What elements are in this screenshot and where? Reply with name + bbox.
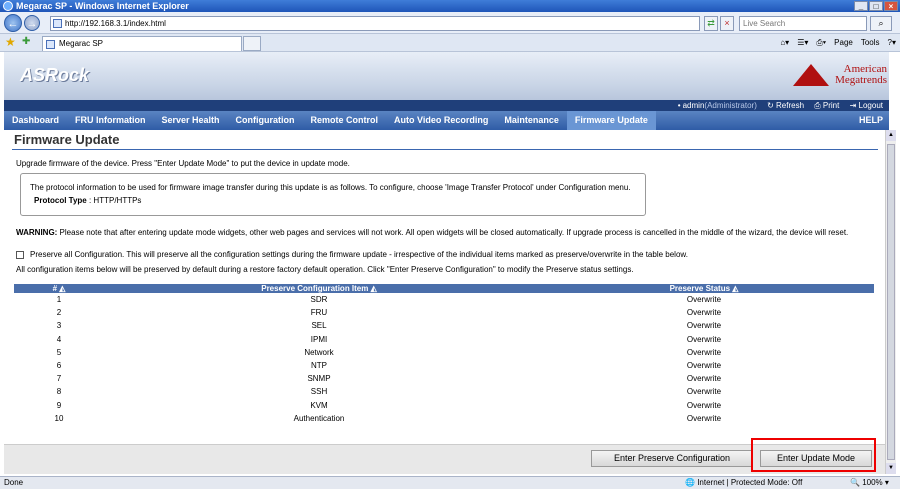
asrock-logo: ASRock <box>20 65 90 85</box>
forward-icon[interactable]: → <box>24 15 40 31</box>
nav-remote-control[interactable]: Remote Control <box>303 111 387 130</box>
content-area: Firmware Update Upgrade firmware of the … <box>4 130 885 474</box>
help-icon[interactable]: ?▾ <box>888 37 896 49</box>
stop-icon[interactable]: × <box>720 16 734 31</box>
print-icon[interactable]: ⎙▾ <box>816 37 826 49</box>
table-row[interactable]: 5 Network Overwrite <box>14 346 874 359</box>
page-icon <box>46 40 55 49</box>
nav-configuration[interactable]: Configuration <box>228 111 303 130</box>
nav-fru-information[interactable]: FRU Information <box>67 111 154 130</box>
vertical-scrollbar[interactable]: ▲ ▼ <box>885 130 896 474</box>
protocol-type-value: : HTTP/HTTPs <box>88 196 142 205</box>
protocol-info-box: The protocol information to be used for … <box>20 173 646 216</box>
add-favorites-icon[interactable]: ✚ <box>22 36 30 47</box>
protocol-info-text: The protocol information to be used for … <box>30 183 631 192</box>
window-title: Megarac SP - Windows Internet Explorer <box>16 1 189 11</box>
maximize-button[interactable]: □ <box>869 1 883 11</box>
scroll-down-icon[interactable]: ▼ <box>886 463 896 474</box>
preserve-config-table: # ◭ Preserve Configuration Item ◭ Preser… <box>14 284 874 425</box>
address-bar: ← → http://192.168.3.1/index.html ⇄ × Li… <box>0 12 900 34</box>
url-input[interactable]: http://192.168.3.1/index.html <box>50 16 700 31</box>
table-row[interactable]: 6 NTP Overwrite <box>14 359 874 372</box>
table-row[interactable]: 10 Authentication Overwrite <box>14 412 874 425</box>
ami-logo: American Megatrends <box>793 64 887 86</box>
title-divider <box>12 149 878 150</box>
highlight-box <box>751 438 876 472</box>
table-row[interactable]: 4 IPMI Overwrite <box>14 333 874 346</box>
status-text: Done <box>4 478 24 487</box>
table-row[interactable]: 7 SNMP Overwrite <box>14 372 874 385</box>
site-header: ASRock American Megatrends <box>4 52 889 100</box>
zoom-level[interactable]: 🔍 100% ▾ <box>850 477 889 489</box>
tools-menu[interactable]: Tools <box>861 37 880 49</box>
page-menu[interactable]: Page <box>834 37 853 49</box>
scroll-up-icon[interactable]: ▲ <box>886 130 896 141</box>
user-role: (Administrator) <box>704 101 757 110</box>
feeds-icon[interactable]: ☰▾ <box>797 37 808 49</box>
intro-text: Upgrade firmware of the device. Press "E… <box>16 159 350 168</box>
tab-megarac[interactable]: Megarac SP <box>42 36 242 51</box>
nav-help[interactable]: HELP <box>851 111 889 130</box>
refresh-link[interactable]: ↻ Refresh <box>767 101 804 110</box>
table-row[interactable]: 8 SSH Overwrite <box>14 385 874 398</box>
username: admin <box>682 101 705 110</box>
page-icon <box>53 19 62 28</box>
ami-triangle-icon <box>793 64 830 86</box>
nav-firmware-update[interactable]: Firmware Update <box>566 111 656 130</box>
nav-auto-video-recording[interactable]: Auto Video Recording <box>386 111 496 130</box>
ie-icon <box>3 1 13 11</box>
table-row[interactable]: 1 SDR Overwrite <box>14 293 874 306</box>
col-header-status[interactable]: Preserve Status ◭ <box>534 284 874 293</box>
user-bar: • admin(Administrator) ↻ Refresh ⎙ Print … <box>4 100 889 111</box>
nav-maintenance[interactable]: Maintenance <box>496 111 567 130</box>
favorites-star-icon[interactable]: ★ <box>5 35 16 49</box>
user-icon: • <box>677 101 681 110</box>
print-link[interactable]: ⎙ Print <box>814 101 839 110</box>
scroll-thumb[interactable] <box>887 144 895 460</box>
protocol-type-label: Protocol Type <box>34 196 87 205</box>
preserve-all-checkbox[interactable] <box>16 250 24 259</box>
go-icon[interactable]: ⇄ <box>704 16 718 31</box>
table-row[interactable]: 2 FRU Overwrite <box>14 306 874 319</box>
tab-bar: ★ ✚ Megarac SP ⌂▾ ☰▾ ⎙▾ Page Tools ?▾ <box>0 34 900 52</box>
search-icon[interactable]: ⌕ <box>870 16 892 31</box>
enter-preserve-configuration-button[interactable]: Enter Preserve Configuration <box>591 450 753 467</box>
logout-link[interactable]: ⇥ Logout <box>850 101 883 110</box>
table-row[interactable]: 3 SEL Overwrite <box>14 319 874 332</box>
nav-dashboard[interactable]: Dashboard <box>4 111 67 130</box>
warning-text: WARNING: Please note that after entering… <box>16 228 849 237</box>
page-title: Firmware Update <box>14 132 120 147</box>
col-header-item[interactable]: Preserve Configuration Item ◭ <box>104 284 534 293</box>
minimize-button[interactable]: _ <box>854 1 868 11</box>
preserve-all-row: Preserve all Configuration. This will pr… <box>16 250 688 259</box>
security-zone: 🌐 Internet | Protected Mode: Off <box>685 478 803 487</box>
col-header-number[interactable]: # ◭ <box>14 284 104 293</box>
new-tab-button[interactable] <box>243 36 261 51</box>
nav-server-health[interactable]: Server Health <box>154 111 228 130</box>
status-bar: Done 🌐 Internet | Protected Mode: Off 🔍 … <box>0 476 900 489</box>
close-button[interactable]: × <box>884 1 898 11</box>
preserve-all-label: Preserve all Configuration. This will pr… <box>30 250 688 259</box>
home-icon[interactable]: ⌂▾ <box>780 37 789 49</box>
window-title-bar: Megarac SP - Windows Internet Explorer _… <box>0 0 900 12</box>
preserve-note: All configuration items below will be pr… <box>16 265 634 274</box>
back-icon[interactable]: ← <box>4 14 22 32</box>
main-nav: Dashboard FRU Information Server Health … <box>4 111 889 130</box>
search-input[interactable]: Live Search <box>739 16 867 31</box>
table-row[interactable]: 9 KVM Overwrite <box>14 399 874 412</box>
